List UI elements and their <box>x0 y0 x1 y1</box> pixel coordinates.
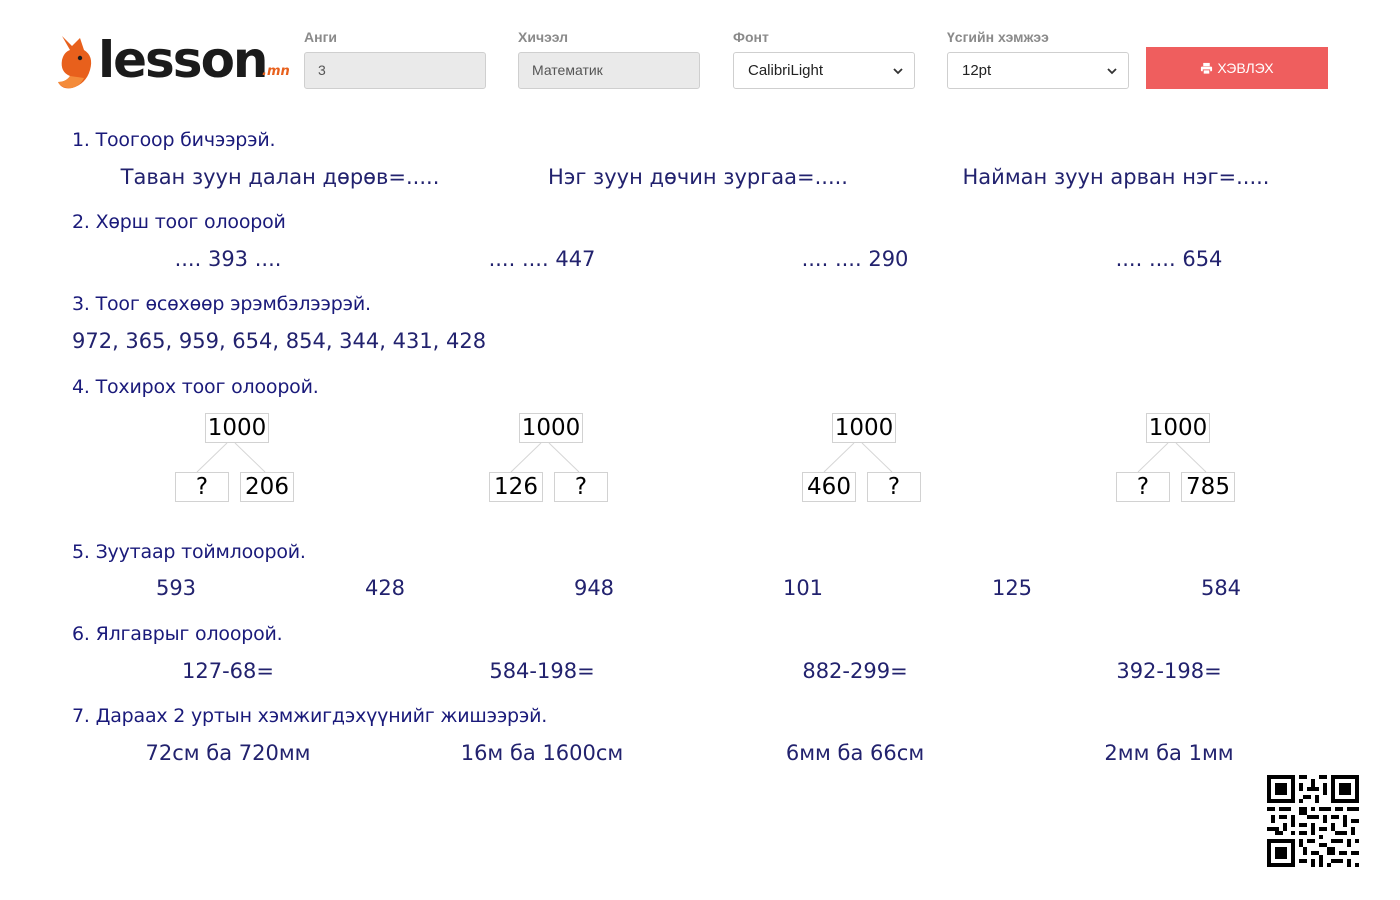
number-bond: 1000 126 ? <box>489 412 619 508</box>
question-5-items: 593 428 948 101 125 584 <box>0 576 1400 606</box>
question-6-item: 584-198= <box>489 659 595 683</box>
number-bond: 1000 460 ? <box>802 412 932 508</box>
logo-wordmark: lesson <box>98 31 269 89</box>
question-6-item: 127-68= <box>182 659 274 683</box>
question-7-item: 72см ба 720мм <box>145 741 311 765</box>
question-5-item: 428 <box>364 576 406 600</box>
site-logo[interactable]: lesson .mn <box>56 30 296 92</box>
question-7-item: 6мм ба 66см <box>785 741 925 765</box>
font-size-label: Үсгийн хэмжээ <box>947 29 1049 45</box>
bond-part-left: ? <box>175 472 229 502</box>
question-3-title: 3. Тоог өсөхөөр эрэмбэлээрэй. <box>72 293 371 315</box>
fox-icon <box>58 36 92 89</box>
bond-part-right: ? <box>867 472 921 502</box>
print-button[interactable]: ХЭВЛЭХ <box>1146 47 1328 89</box>
question-4-title: 4. Тохирох тоог олоорой. <box>72 376 319 398</box>
question-6-item: 882-299= <box>802 659 908 683</box>
question-5-title: 5. Зуутаар тоймлоорой. <box>72 541 306 563</box>
question-6-title: 6. Ялгаврыг олоорой. <box>72 623 283 645</box>
question-1-item: Таван зуун далан дөрөв=..... <box>120 165 440 189</box>
font-field: Фонт CalibriLight <box>733 28 915 89</box>
subject-label: Хичээл <box>518 29 569 45</box>
font-select-value: CalibriLight <box>748 62 824 79</box>
question-1-items: Таван зуун далан дөрөв=..... Нэг зуун дө… <box>0 165 1400 195</box>
number-bond: 1000 ? 785 <box>1116 412 1246 508</box>
question-2-item: .... .... 447 <box>488 247 596 271</box>
question-5-item: 593 <box>155 576 197 600</box>
font-size-field: Үсгийн хэмжээ 12pt <box>947 28 1129 89</box>
question-2-item: .... .... 654 <box>1115 247 1223 271</box>
question-5-item: 125 <box>991 576 1033 600</box>
bond-part-left: 126 <box>489 472 543 502</box>
question-1-item: Нэг зуун дөчин зургаа=..... <box>548 165 848 189</box>
question-2-item: .... 393 .... <box>174 247 282 271</box>
question-1-item: Найман зуун арван нэг=..... <box>962 165 1270 189</box>
subject-input[interactable]: Математик <box>518 52 700 89</box>
question-7-item: 2мм ба 1мм <box>1104 741 1234 765</box>
chevron-down-icon <box>893 68 903 75</box>
bond-part-left: ? <box>1116 472 1170 502</box>
bond-whole: 1000 <box>832 413 896 443</box>
font-select[interactable]: CalibriLight <box>733 52 915 89</box>
grade-input[interactable]: 3 <box>304 52 486 89</box>
question-7-items: 72см ба 720мм 16м ба 1600см 6мм ба 66см … <box>0 741 1400 771</box>
bond-part-right: 785 <box>1181 472 1235 502</box>
question-6-items: 127-68= 584-198= 882-299= 392-198= <box>0 659 1400 689</box>
font-size-select[interactable]: 12pt <box>947 52 1129 89</box>
question-7-title: 7. Дараах 2 уртын хэмжигдэхүүнийг жишээр… <box>72 705 548 727</box>
bond-part-right: ? <box>554 472 608 502</box>
logo-tld: .mn <box>262 64 290 79</box>
question-7-item: 16м ба 1600см <box>460 741 624 765</box>
question-5-item: 101 <box>782 576 824 600</box>
printer-icon <box>1201 62 1213 75</box>
question-5-item: 948 <box>573 576 615 600</box>
number-bond: 1000 ? 206 <box>175 412 305 508</box>
question-1-title: 1. Тоогоор бичээрэй. <box>72 129 276 151</box>
question-2-items: .... 393 .... .... .... 447 .... .... 29… <box>0 247 1400 277</box>
bond-whole: 1000 <box>519 413 583 443</box>
print-button-label: ХЭВЛЭХ <box>1217 60 1274 76</box>
question-6-item: 392-198= <box>1116 659 1222 683</box>
bond-part-right: 206 <box>240 472 294 502</box>
question-5-item: 584 <box>1200 576 1242 600</box>
font-size-select-value: 12pt <box>962 62 992 79</box>
grade-label: Анги <box>304 29 338 45</box>
bond-part-left: 460 <box>802 472 856 502</box>
bond-whole: 1000 <box>1146 413 1210 443</box>
question-2-item: .... .... 290 <box>801 247 909 271</box>
subject-field: Хичээл Математик <box>518 28 700 89</box>
bond-whole: 1000 <box>205 413 269 443</box>
qr-code-icon <box>1267 775 1359 867</box>
font-label: Фонт <box>733 29 769 45</box>
question-3-sequence: 972, 365, 959, 654, 854, 344, 431, 428 <box>72 329 487 353</box>
question-2-title: 2. Хөрш тоог олоорой <box>72 211 286 233</box>
chevron-down-icon <box>1107 68 1117 75</box>
grade-field: Анги 3 <box>304 28 486 89</box>
